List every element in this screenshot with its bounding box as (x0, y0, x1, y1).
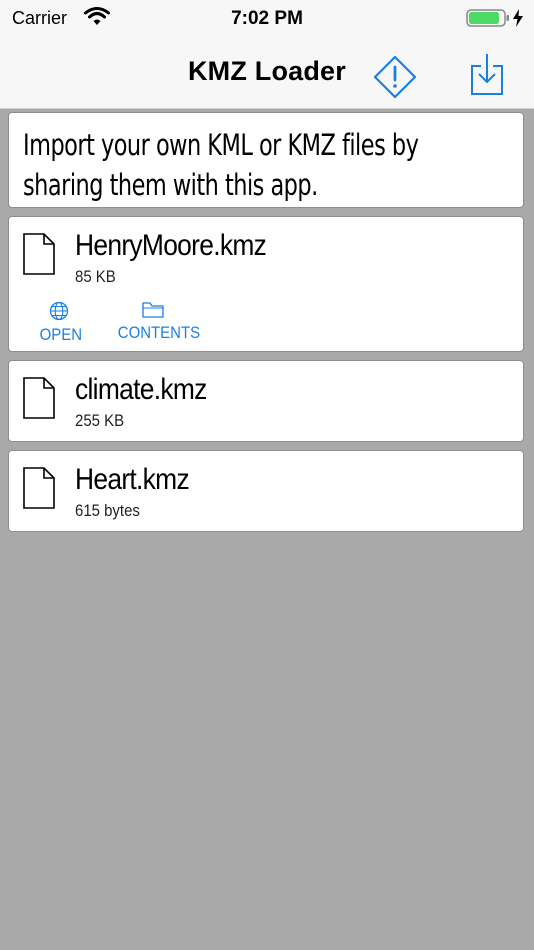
file-name: climate.kmz (75, 373, 207, 406)
warning-button[interactable] (372, 54, 418, 100)
import-button[interactable] (470, 52, 504, 96)
status-bar: Carrier 7:02 PM (0, 0, 534, 36)
document-icon (23, 233, 55, 275)
navigation-bar: KMZ Loader (0, 36, 534, 109)
folder-icon (142, 302, 164, 318)
file-row[interactable]: Heart.kmz 615 bytes (8, 450, 524, 532)
file-name: Heart.kmz (75, 463, 190, 496)
info-card: Import your own KML or KMZ files by shar… (8, 112, 524, 208)
globe-icon (49, 301, 69, 321)
file-size: 255 KB (75, 411, 125, 430)
charging-icon (513, 9, 523, 27)
page-title: KMZ Loader (187, 56, 346, 86)
import-instructions: Import your own KML or KMZ files by shar… (23, 128, 419, 202)
document-icon (23, 467, 55, 509)
open-label: OPEN (39, 325, 83, 344)
warning-icon (373, 55, 417, 99)
file-size: 85 KB (75, 267, 116, 286)
file-size: 615 bytes (75, 501, 140, 520)
file-row[interactable]: HenryMoore.kmz 85 KB OPEN CONTENTS (8, 216, 524, 352)
file-row[interactable]: climate.kmz 255 KB (8, 360, 524, 442)
battery-icon (466, 9, 509, 27)
contents-button[interactable]: CONTENTS (113, 301, 201, 343)
document-icon (23, 377, 55, 419)
contents-label: CONTENTS (117, 323, 201, 342)
file-name: HenryMoore.kmz (75, 229, 267, 262)
import-icon (471, 54, 503, 95)
open-button[interactable]: OPEN (37, 301, 83, 345)
clock: 7:02 PM (231, 8, 303, 29)
